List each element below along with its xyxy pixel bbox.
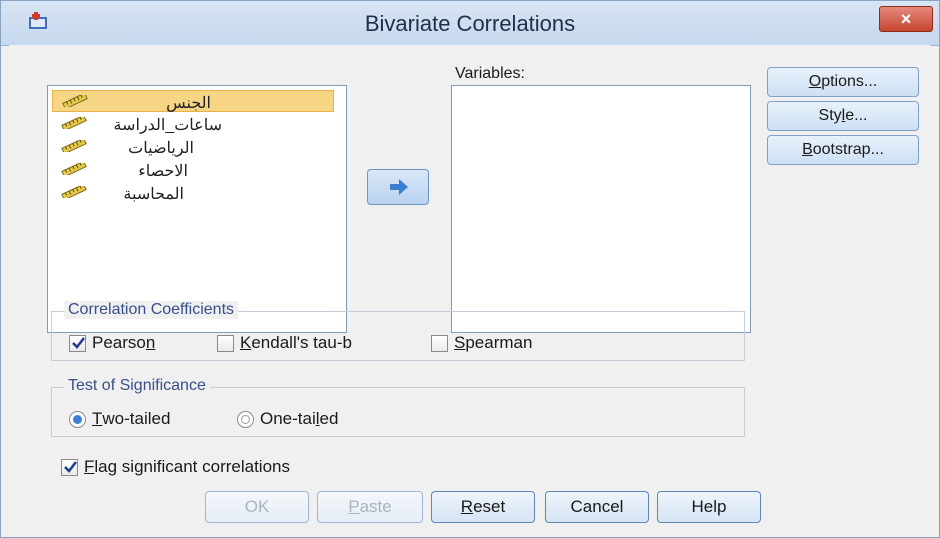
reset-button[interactable]: Reset: [431, 491, 535, 523]
bivariate-correlations-dialog: Bivariate Correlations × الجنس ساعات_الد…: [0, 0, 940, 538]
pearson-checkbox[interactable]: [69, 334, 86, 352]
kendall-option[interactable]: Kendall's tau-b: [217, 333, 352, 353]
variable-label: الاحصاء: [138, 163, 188, 180]
radio-selected-dot: [73, 414, 82, 424]
variables-label: Variables:: [455, 65, 525, 82]
spearman-label-post: pearman: [465, 333, 533, 352]
reset-mnemonic: R: [460, 497, 474, 516]
one-tailed-option[interactable]: One-tai l ed: [237, 409, 338, 429]
source-variable-item[interactable]: الاحصاء: [52, 159, 334, 181]
title-bar[interactable]: Bivariate Correlations ×: [1, 1, 939, 46]
scale-ruler-icon: [61, 163, 87, 175]
checkmark-icon: [64, 460, 77, 473]
paste-button[interactable]: Paste: [317, 491, 423, 523]
spearman-mnemonic: S: [454, 333, 466, 352]
options-label-post: ptions...: [821, 73, 878, 90]
move-to-variables-button[interactable]: [367, 169, 429, 205]
cancel-label: Cancel: [570, 497, 624, 516]
correlation-coefficients-legend: Correlation Coefficients: [64, 301, 239, 319]
window-title: Bivariate Correlations: [364, 11, 576, 36]
variable-label: الرياضيات: [128, 140, 194, 157]
pearson-option[interactable]: Pearso n: [69, 333, 155, 353]
paste-mnemonic: P: [348, 497, 360, 516]
pearson-mnemonic: n: [145, 333, 156, 352]
options-button[interactable]: Options...: [767, 67, 919, 97]
variable-label: ساعات_الدراسة: [113, 117, 222, 134]
one-tailed-label-post: ed: [319, 409, 339, 428]
spearman-checkbox[interactable]: [431, 334, 448, 352]
bootstrap-label-post: ootstrap...: [812, 141, 884, 158]
kendall-checkbox[interactable]: [217, 334, 234, 352]
source-variable-item[interactable]: الرياضيات: [52, 136, 334, 158]
pearson-label-pre: Pearso: [92, 333, 146, 352]
flag-significant-checkbox[interactable]: [61, 458, 78, 476]
one-tailed-label-pre: One-tai: [260, 409, 316, 428]
variable-label: الجنس: [166, 95, 211, 112]
bootstrap-mnemonic: B: [802, 141, 813, 158]
kendall-mnemonic: K: [240, 333, 252, 352]
close-icon: ×: [900, 9, 912, 29]
flag-label-post: lag significant correlations: [94, 457, 290, 476]
paste-label-post: aste: [359, 497, 392, 516]
scale-ruler-icon: [61, 140, 87, 152]
two-tailed-mnemonic: T: [92, 409, 103, 428]
kendall-label-post: endall's tau-b: [251, 333, 352, 352]
source-variable-item[interactable]: ساعات_الدراسة: [52, 113, 334, 135]
style-label-pre: Sty: [818, 107, 842, 124]
source-variable-item[interactable]: المحاسبة: [52, 182, 334, 204]
source-variable-list[interactable]: الجنس ساعات_الدراسة الرياضيات الاحصاء ال…: [47, 85, 347, 333]
scale-ruler-icon: [61, 186, 87, 198]
spearman-option[interactable]: Spearman: [431, 333, 532, 353]
radio-unselected-ring: [241, 414, 250, 424]
test-of-significance-legend: Test of Significance: [64, 377, 210, 395]
two-tailed-radio[interactable]: [69, 410, 86, 428]
bootstrap-button[interactable]: Bootstrap...: [767, 135, 919, 165]
close-button[interactable]: ×: [879, 6, 933, 32]
flag-mnemonic: F: [84, 457, 95, 476]
options-mnemonic: O: [808, 73, 822, 90]
style-button[interactable]: Style...: [767, 101, 919, 131]
dialog-body: الجنس ساعات_الدراسة الرياضيات الاحصاء ال…: [9, 45, 931, 533]
right-arrow-icon: [390, 179, 408, 195]
cancel-button[interactable]: Cancel: [545, 491, 649, 523]
variable-label: المحاسبة: [123, 186, 184, 203]
checkmark-icon: [72, 336, 85, 349]
help-button[interactable]: Help: [657, 491, 761, 523]
scale-ruler-icon: [61, 117, 87, 129]
source-variable-item[interactable]: الجنس: [52, 90, 334, 112]
variables-list[interactable]: [451, 85, 751, 333]
one-tailed-radio[interactable]: [237, 410, 254, 428]
help-label: Help: [691, 497, 727, 516]
two-tailed-option[interactable]: Two-tailed: [69, 409, 170, 429]
ok-button[interactable]: OK: [205, 491, 309, 523]
scale-ruler-icon: [62, 95, 88, 107]
reset-label-post: eset: [473, 497, 506, 516]
style-label-post: e...: [845, 107, 868, 124]
ok-label: OK: [244, 497, 270, 516]
flag-significant-option[interactable]: Flag significant correlations: [61, 457, 290, 477]
two-tailed-label-post: wo-tailed: [102, 409, 171, 428]
